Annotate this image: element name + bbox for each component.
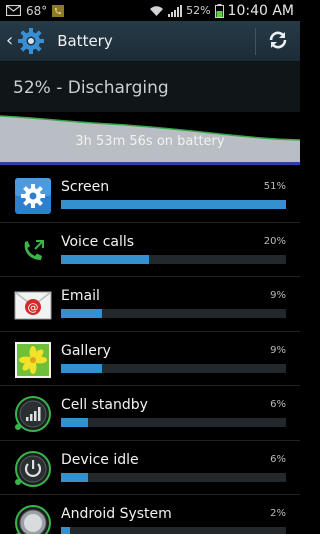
usage-row-email[interactable]: @ Email 9%	[0, 277, 300, 332]
battery-status-text: 52% - Discharging	[13, 78, 169, 98]
battery-graph-baseline	[0, 162, 300, 165]
usage-bar-fill	[61, 254, 149, 264]
usage-percent: 9%	[270, 290, 286, 301]
battery-icon	[214, 3, 224, 18]
cell-signal-icon	[14, 395, 52, 433]
usage-row-screen[interactable]: Screen 51%	[0, 168, 300, 223]
usage-bar-fill	[61, 363, 102, 373]
usage-percent: 9%	[270, 344, 286, 356]
battery-summary[interactable]: 52% - Discharging	[0, 62, 300, 114]
temperature-text: 68°	[26, 3, 48, 18]
power-icon	[14, 450, 52, 488]
usage-percent: 6%	[270, 399, 286, 410]
usage-name: Device idle	[61, 451, 139, 468]
usage-bar-fill	[61, 309, 102, 318]
usage-percent: 20%	[263, 235, 286, 247]
action-bar: ‹ Battery	[0, 21, 300, 62]
usage-percent: 6%	[270, 453, 286, 465]
missed-call-notification-icon	[52, 4, 65, 17]
usage-bar-track	[61, 418, 286, 427]
usage-list: Screen 51% Voice calls 20% @ Email 9% Ga…	[0, 168, 300, 534]
usage-percent: 51%	[263, 181, 286, 192]
usage-name: Voice calls	[61, 233, 135, 250]
gallery-icon	[14, 341, 52, 379]
usage-row-gallery[interactable]: Gallery 9%	[0, 332, 300, 386]
usage-bar-track	[61, 527, 286, 534]
usage-name: Android System	[61, 506, 172, 522]
usage-row-voice-calls[interactable]: Voice calls 20%	[0, 223, 300, 277]
usage-bar-fill	[61, 200, 286, 209]
android-system-icon	[14, 504, 52, 534]
signal-strength-icon	[168, 4, 183, 17]
usage-bar-fill	[61, 472, 88, 482]
clock-time: 10:40 AM	[227, 2, 294, 19]
settings-gear-icon	[17, 27, 45, 55]
email-icon: @	[14, 286, 52, 324]
usage-bar-track	[61, 472, 286, 482]
usage-percent: 2%	[270, 508, 286, 519]
usage-bar-track	[61, 309, 286, 318]
refresh-button[interactable]	[256, 21, 300, 62]
usage-bar-fill	[61, 418, 88, 427]
chevron-left-icon: ‹	[6, 30, 14, 51]
battery-history-graph[interactable]: 3h 53m 56s on battery	[0, 112, 300, 168]
page-title: Battery	[57, 32, 113, 50]
refresh-icon	[267, 29, 289, 55]
phone-handset-icon	[14, 232, 52, 270]
usage-name: Email	[61, 288, 100, 304]
back-button[interactable]: ‹	[0, 21, 49, 62]
usage-bar-track	[61, 363, 286, 373]
usage-bar-track	[61, 254, 286, 264]
usage-name: Cell standby	[61, 397, 148, 413]
battery-duration-label: 3h 53m 56s on battery	[75, 134, 225, 149]
usage-name: Gallery	[61, 342, 111, 359]
usage-name: Screen	[61, 179, 110, 195]
svg-text:@: @	[28, 301, 39, 314]
screen-settings-icon	[14, 177, 52, 215]
usage-row-cell-standby[interactable]: Cell standby 6%	[0, 386, 300, 441]
usage-bar-fill	[61, 527, 70, 534]
battery-percent-text: 52%	[186, 4, 211, 17]
usage-row-android-system[interactable]: Android System 2%	[0, 495, 300, 534]
gmail-notification-icon	[6, 5, 21, 16]
usage-row-device-idle[interactable]: Device idle 6%	[0, 441, 300, 495]
wifi-icon	[149, 5, 164, 17]
status-bar: 68° 52% 10:40 AM	[0, 0, 300, 21]
usage-bar-track	[61, 200, 286, 209]
